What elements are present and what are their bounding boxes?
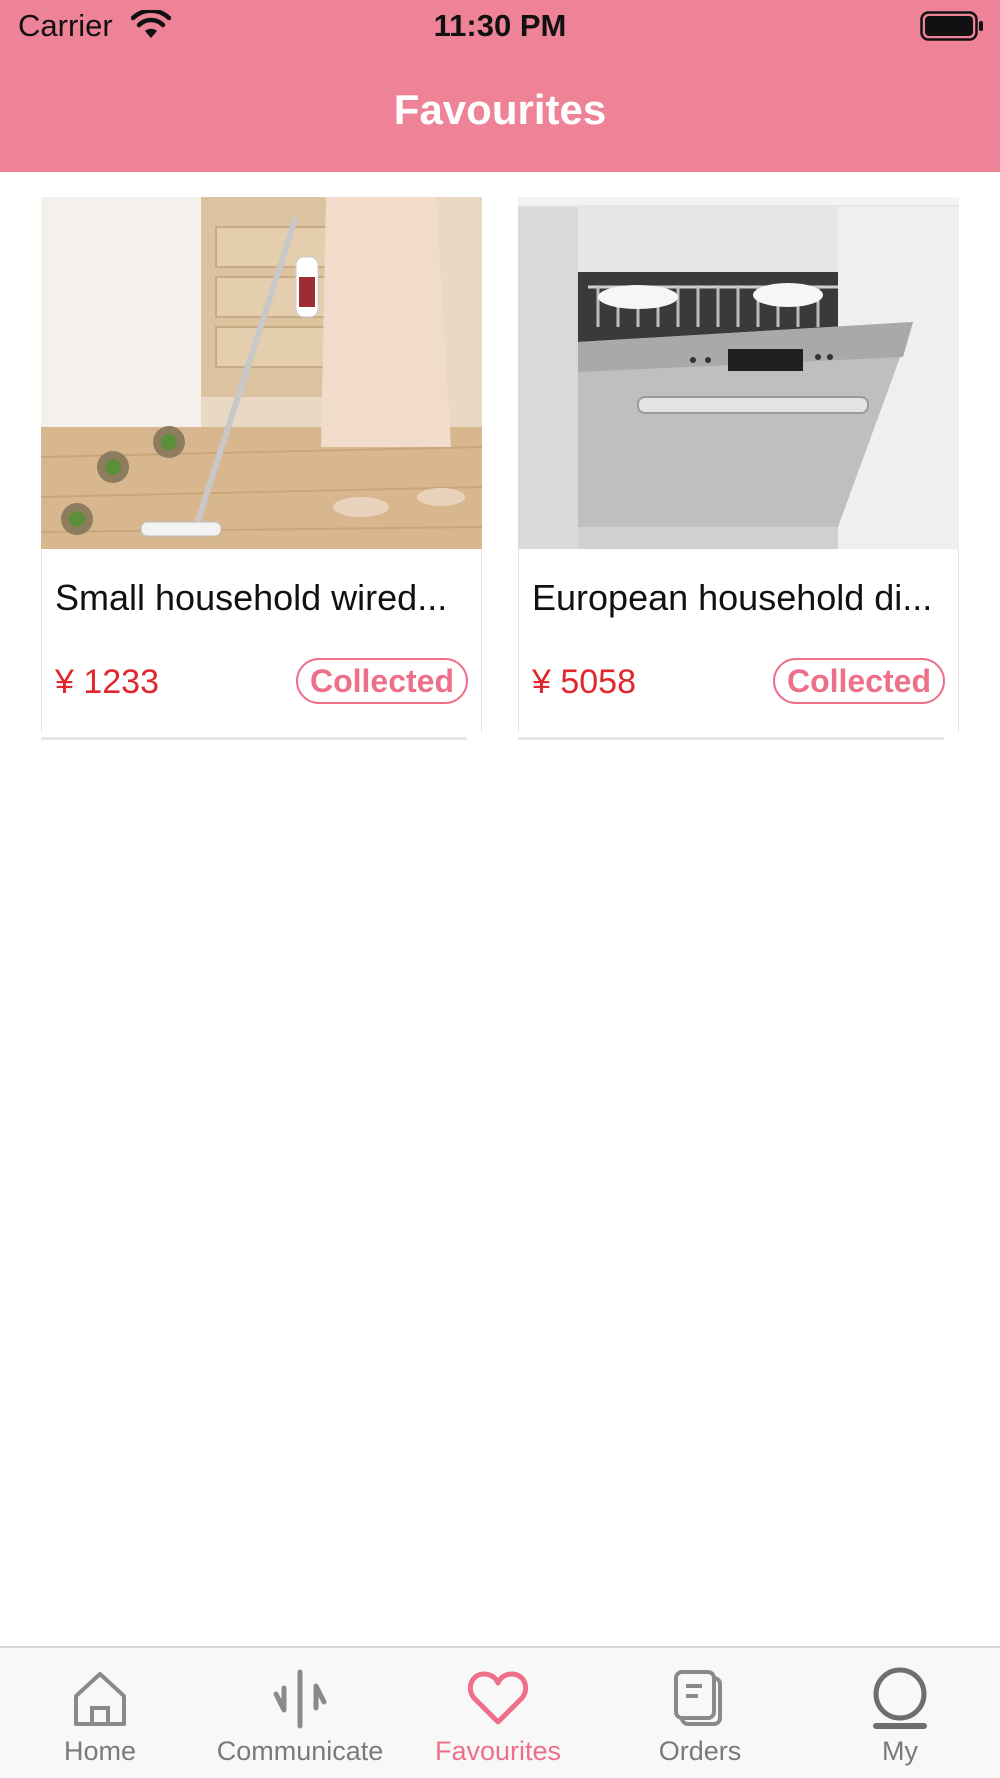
card-divider — [518, 737, 944, 740]
tab-label: Home — [63, 1736, 137, 1766]
orders-icon — [674, 1670, 722, 1726]
collected-button[interactable]: Collected — [296, 658, 468, 704]
product-card[interactable]: European household di... ¥ 5058 Collecte… — [518, 197, 959, 742]
product-price: ¥ 5058 — [532, 663, 636, 701]
tab-favourites[interactable]: Favourites — [398, 1648, 598, 1778]
vacuum-cleaner-image[interactable] — [41, 197, 482, 549]
tab-label: Communicate — [216, 1736, 384, 1766]
tab-home[interactable]: Home — [0, 1648, 200, 1778]
tab-label: Favourites — [434, 1736, 562, 1766]
collected-button[interactable]: Collected — [773, 658, 945, 704]
tab-label: My — [882, 1736, 918, 1766]
profile-icon — [873, 1667, 927, 1729]
product-title[interactable]: European household di... — [532, 577, 952, 619]
dishwasher-image[interactable] — [518, 197, 959, 549]
tab-orders[interactable]: Orders — [600, 1648, 800, 1778]
favourites-screen: Carrier 11:30 PM Favourites Small househ… — [0, 0, 1000, 1778]
communicate-icon — [273, 1669, 327, 1729]
tab-my[interactable]: My — [800, 1648, 1000, 1778]
status-bar: Carrier 11:30 PM — [0, 0, 1000, 56]
home-icon — [74, 1672, 126, 1726]
tab-label: Orders — [658, 1736, 742, 1766]
product-card[interactable]: Small household wired... ¥ 1233 Collecte… — [41, 197, 482, 742]
tab-communicate[interactable]: Communicate — [200, 1648, 400, 1778]
battery-icon — [920, 11, 983, 41]
favourites-grid: Small household wired... ¥ 1233 Collecte… — [41, 197, 959, 742]
product-title[interactable]: Small household wired... — [55, 577, 475, 619]
status-time: 11:30 PM — [433, 8, 567, 43]
card-divider — [41, 737, 467, 740]
product-price: ¥ 1233 — [55, 663, 159, 701]
heart-icon — [467, 1671, 529, 1725]
header-bar: Carrier 11:30 PM Favourites — [0, 0, 1000, 172]
tab-bar: Home Communicate Favourites Orders My — [0, 1646, 1000, 1778]
page-title: Favourites — [393, 86, 607, 133]
